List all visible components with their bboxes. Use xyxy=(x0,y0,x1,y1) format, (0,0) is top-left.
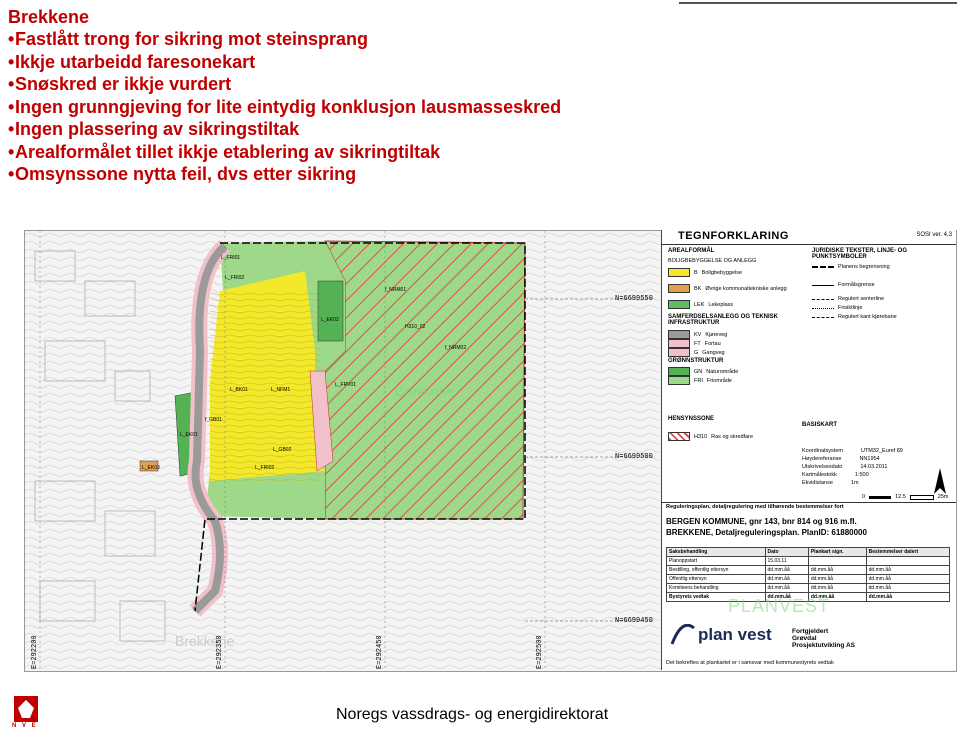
legend-panel: TEGNFORKLARING SOSI ver. 4.3 AREALFORMÅL… xyxy=(661,230,956,670)
basiskart-row: Koordinatsystem UTM32_Euref 89 xyxy=(802,448,903,454)
plot-label: L_EK02 xyxy=(321,317,339,323)
bullet-item: •Arealformålet tillet ikkje etablering a… xyxy=(8,141,441,162)
plot-label: L_EK01 xyxy=(180,432,198,438)
bullet-list: •Fastlått trong for sikring mot steinspr… xyxy=(8,28,668,186)
bullet-item: •Ingen grunngjeving for lite eintydig ko… xyxy=(8,96,562,117)
coordinate-label: N=6699550 xyxy=(615,295,653,303)
plot-label: H310_02 xyxy=(405,324,426,330)
legend-swatch xyxy=(668,376,690,385)
coordinate-label: N=6699500 xyxy=(615,453,653,461)
legend-section-title: SAMFERDSELSANLEGG OG TEKNISK INFRASTRUKT… xyxy=(668,314,779,326)
legend-swatch xyxy=(668,268,690,277)
legend-swatch xyxy=(668,284,690,293)
legend-item: G Gangveg xyxy=(668,348,725,357)
slide-footer: N V E Noregs vassdrags- og energidirekto… xyxy=(0,690,960,738)
bullet-item: •Ikkje utarbeidd faresonekart xyxy=(8,51,256,72)
table-header: Dato xyxy=(764,547,809,557)
basiskart-row: Høydereferanse NN1954 xyxy=(802,456,880,462)
legend-item: FT Fortau xyxy=(668,339,721,348)
divider xyxy=(662,244,956,245)
plot-label: L_GB02 xyxy=(273,447,292,453)
legend-section-title: HENSYNSSONE xyxy=(668,416,715,422)
nve-logo: N V E xyxy=(6,696,48,732)
legend-item: B Boligbebyggelse xyxy=(668,268,742,277)
bullet-item: •Fastlått trong for sikring mot steinspr… xyxy=(8,29,369,49)
legend-swatch xyxy=(668,339,690,348)
plan-heading: Reguleringsplan, detaljregulering med ti… xyxy=(666,504,844,510)
legend-version: SOSI ver. 4.3 xyxy=(916,232,952,238)
legend-swatch xyxy=(668,348,690,357)
basiskart-row: Ekvidistanse 1m xyxy=(802,480,859,486)
legend-line-item: Planens begrensning xyxy=(812,264,890,270)
legend-line-item: Frisiktlinje xyxy=(812,305,862,311)
organization-name: Noregs vassdrags- og energidirektorat xyxy=(336,706,609,723)
basiskart-row: Utskrivelsesdato 14.03.2011 xyxy=(802,464,888,470)
plot-label: f_GB01 xyxy=(205,417,222,423)
legend-section-title: AREALFORMÅL xyxy=(668,248,715,254)
plot-label: f_NRM02 xyxy=(445,345,466,351)
legend-section-title: GRØNNSTRUKTUR xyxy=(668,358,724,364)
slide-title: Brekkene xyxy=(8,7,90,27)
north-arrow-icon xyxy=(934,468,946,494)
table-row: Komiteens behandling dd.mm.åå dd.mm.åå dd.m… xyxy=(666,583,951,593)
legend-item: GN Naturområde xyxy=(668,367,738,376)
coordinate-label: E=292450 xyxy=(376,635,384,669)
coordinate-label: E=292200 xyxy=(31,635,39,669)
basiskart-row: Kartmålestokk 1:500 xyxy=(802,472,869,478)
plot-label: L_BK01 xyxy=(230,387,248,393)
legend-title: TEGNFORKLARING xyxy=(678,230,789,242)
table-row: Offentlig ettersyn dd.mm.åå dd.mm.åå dd.mm.… xyxy=(666,574,951,584)
plot-label: L_FRV01 xyxy=(335,382,356,388)
consultant-info: Fortgjeldert Grøvdal Prosjektutvikling A… xyxy=(792,628,855,649)
footer-note: Det bekreftes at plankartet er i samsvar… xyxy=(666,660,834,666)
table-row: Bestilling, offentlig ettersyn dd.mm.åå dd… xyxy=(666,565,951,575)
legend-item: FRI Friområde xyxy=(668,376,732,385)
table-header: Plankart sign. xyxy=(807,547,867,557)
scale-bar: 0 12.5 25m xyxy=(862,494,949,500)
legend-line-item: Regulert senterline xyxy=(812,296,884,302)
planvest-watermark: PLANVEST xyxy=(728,596,831,616)
top-rule xyxy=(679,2,957,4)
plot-label: L_FRI02 xyxy=(225,275,244,281)
planvest-logo-icon xyxy=(670,623,696,646)
legend-line-item: Regulert kant kjørebane xyxy=(812,314,897,320)
coordinate-label: N=6699450 xyxy=(615,617,653,625)
legend-item: KV Kjøreveg xyxy=(668,330,727,339)
coordinate-label: E=292500 xyxy=(536,635,544,669)
legend-swatch xyxy=(668,367,690,376)
legend-item: BK Øvrige kommunaltekniske anlegg xyxy=(668,284,787,293)
legend-swatch xyxy=(668,300,690,309)
legend-line-item: Formålsgrense xyxy=(812,282,875,288)
slide-text: Brekkene •Fastlått trong for sikring mot… xyxy=(8,6,668,186)
map-watermark: Brekkene xyxy=(175,633,234,649)
plot-label: f_NRM01 xyxy=(385,287,406,293)
bullet-item: •Ingen plassering av sikringstiltak xyxy=(8,119,300,139)
legend-item: LEK Lekeplass xyxy=(668,300,733,309)
planvest-logo: plan vest xyxy=(698,625,772,644)
map-watermark: Brekkene xyxy=(395,383,454,399)
plot-label: L_FRI01 xyxy=(221,255,240,261)
plan-table: Saksbehandling Dato Plankart sign. Beste… xyxy=(666,547,951,602)
bullet-item: •Snøskred er ikkje vurdert xyxy=(8,74,232,94)
plan-title-line: BREKKENE, Detaljreguleringsplan. PlanID:… xyxy=(666,528,867,537)
legend-swatch xyxy=(668,432,690,441)
bullet-item: •Omsynssone nytta feil, dvs etter sikrin… xyxy=(8,164,357,184)
nve-logo-text: N V E xyxy=(12,723,38,729)
legend-item: BOLIGBEBYGGELSE OG ANLEGG xyxy=(668,258,757,264)
coordinate-label: E=292350 xyxy=(216,635,224,669)
plot-label: L_NFM1 xyxy=(271,387,290,393)
basiskart-title: BASISKART xyxy=(802,422,838,428)
legend-item: H310 Ras og skredfare xyxy=(668,432,753,441)
plot-label: L_EK03 xyxy=(142,465,160,471)
divider xyxy=(662,502,956,503)
table-header: Saksbehandling xyxy=(666,547,766,557)
legend-swatch xyxy=(668,330,690,339)
table-row: Planoppstart 15.03.11 xyxy=(666,556,951,566)
plot-label: L_FRI03 xyxy=(255,465,274,471)
plan-title-line: BERGEN KOMMUNE, gnr 143, bnr 814 og 916 … xyxy=(666,517,857,526)
legend-section-title: JURIDISKE TEKSTER, LINJE- OG PUNKTSYMBOL… xyxy=(812,248,908,260)
table-header: Bestemmelser datert xyxy=(865,547,951,557)
